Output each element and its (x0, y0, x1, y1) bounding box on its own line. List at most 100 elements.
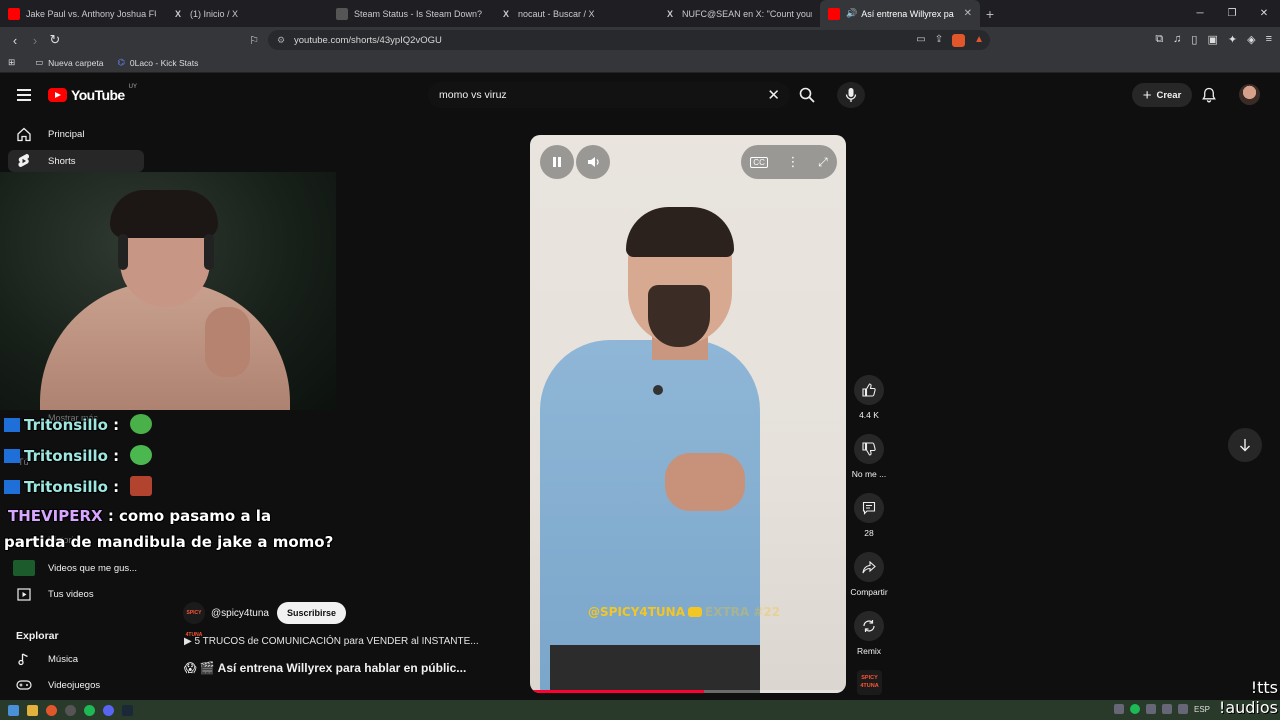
system-tray: ESP (1113, 704, 1210, 714)
volume-tray-icon[interactable] (1161, 704, 1172, 714)
speaker-icon[interactable]: 🔊 (846, 8, 857, 19)
network-tray-icon[interactable] (1177, 704, 1188, 714)
share-page-icon[interactable]: ⇪ (935, 34, 943, 47)
close-window-icon[interactable]: ✕ (1248, 0, 1280, 27)
chat-username: THEVIPERX (8, 507, 103, 525)
address-bar[interactable]: ⚙ youtube.com/shorts/43ypIQ2vOGU ▭ ⇪ ▲ (268, 30, 990, 50)
remix-label: Remix (856, 646, 882, 656)
chat-text: : (113, 416, 120, 434)
dislike-button[interactable]: No me ... (848, 434, 890, 479)
browser-tab[interactable]: X nocaut - Buscar / X (492, 0, 656, 27)
channel-avatar[interactable]: SPICY 4TUNA (183, 602, 205, 638)
new-tab-icon[interactable]: + (980, 6, 1000, 22)
search-input[interactable]: momo vs viruz ✕ (428, 82, 790, 108)
pause-button[interactable] (540, 145, 574, 179)
steam-icon[interactable] (122, 704, 133, 716)
create-button[interactable]: + Crear (1132, 83, 1192, 107)
browser-tab-active[interactable]: 🔊 Así entrena Willyrex pa ✕ (820, 0, 980, 27)
search-value: momo vs viruz (439, 89, 507, 101)
reload-icon[interactable]: ↻ (45, 32, 65, 48)
youtube-logo[interactable]: YouTube UY (48, 84, 137, 103)
tray-app-icon[interactable] (1113, 704, 1124, 714)
obs-icon[interactable] (65, 704, 76, 716)
restore-icon[interactable]: ❐ (1216, 0, 1248, 27)
browser-tab[interactable]: Steam Status - Is Steam Down? (328, 0, 492, 27)
share-button[interactable]: Compartir (848, 552, 890, 597)
browser-tab[interactable]: Jake Paul vs. Anthony Joshua FULL H (0, 0, 164, 27)
sidebar-item-shorts[interactable]: Shorts (8, 150, 144, 172)
clear-search-icon[interactable]: ✕ (767, 86, 780, 104)
player-controls-group: CC ⋮ ⤢ (741, 145, 837, 179)
youtube-icon (828, 7, 840, 20)
bookmark-item[interactable]: ⌬ 0Laco - Kick Stats (117, 57, 198, 68)
tab-title: Así entrena Willyrex pa (861, 8, 954, 19)
like-button[interactable]: 4.4 K (848, 375, 890, 420)
chat-username: Tritonsillo (24, 416, 108, 434)
emote-icon (130, 476, 153, 496)
extensions-icon[interactable]: ⧉ (1155, 33, 1163, 46)
voice-search-button[interactable] (837, 82, 865, 108)
language-indicator[interactable]: ESP (1194, 705, 1210, 714)
file-explorer-icon[interactable] (27, 704, 38, 716)
back-icon[interactable]: ‹ (5, 33, 25, 48)
sidebar-item-principal[interactable]: Principal (8, 123, 144, 145)
related-video-link[interactable]: ▶ 5 TRUCOS de COMUNICACIÓN para VENDER a… (184, 636, 479, 647)
related-video-title: 5 TRUCOS de COMUNICACIÓN para VENDER al … (194, 636, 479, 647)
more-options-icon[interactable]: ⋮ (786, 154, 799, 170)
logo-text: YouTube (71, 87, 125, 103)
thumbs-down-icon (854, 434, 884, 464)
close-tab-icon[interactable]: ✕ (964, 8, 972, 19)
subscribe-button[interactable]: Suscribirse (276, 602, 346, 624)
sidebar-toggle-icon[interactable]: ▯ (1191, 33, 1197, 46)
fullscreen-icon[interactable]: ⤢ (818, 155, 828, 170)
mic-tray-icon[interactable] (1145, 704, 1156, 714)
sidebar-item-your-videos[interactable]: Tus videos (8, 583, 144, 605)
apps-grid-icon[interactable]: ⊞ (8, 57, 15, 68)
sidebar-item-label: Videos que me gus... (48, 562, 138, 574)
bookmark-icon[interactable]: ⚐ (244, 34, 264, 47)
notifications-bell-icon[interactable] (1202, 87, 1216, 108)
remix-button[interactable]: Remix (848, 611, 890, 656)
streamer-webcam (0, 172, 336, 410)
brave-shields-icon[interactable] (952, 33, 966, 47)
start-icon[interactable] (8, 704, 19, 716)
share-label: Compartir (850, 587, 888, 597)
browser-tab[interactable]: X NUFC@SEAN en X: "Count yourself l (656, 0, 820, 27)
search-button[interactable] (790, 82, 824, 108)
bookmark-item[interactable]: ▭ Nueva carpeta (35, 57, 103, 68)
leo-icon[interactable]: ✦ (1228, 33, 1237, 46)
comments-button[interactable]: 28 (848, 493, 890, 538)
minimize-icon[interactable]: ─ (1184, 0, 1216, 27)
vpn-icon[interactable]: ◈ (1247, 33, 1255, 46)
captions-icon[interactable]: CC (750, 156, 768, 168)
sidebar-item-liked-videos[interactable]: Videos que me gus... (8, 557, 144, 579)
cast-icon[interactable]: ▭ (916, 34, 925, 47)
music-icon (8, 652, 40, 666)
discord-icon[interactable] (103, 704, 114, 716)
arrow-down-icon (1240, 439, 1250, 452)
brave-browser-icon[interactable] (46, 704, 57, 716)
brave-rewards-icon[interactable]: ▲ (974, 34, 984, 47)
video-progress-bar[interactable] (530, 690, 846, 693)
browser-tab[interactable]: X (1) Inicio / X (164, 0, 328, 27)
channel-thumbnail[interactable]: SPICY 4TUNA (857, 670, 882, 695)
site-settings-icon[interactable]: ⚙ (277, 35, 285, 46)
shorts-player[interactable]: CC ⋮ ⤢ @SPICY4TUNA EXTRA #22 (530, 135, 846, 693)
sidebar-item-music[interactable]: Música (8, 648, 144, 670)
home-icon (8, 127, 40, 142)
volume-button[interactable] (576, 145, 610, 179)
like-icon (8, 560, 40, 576)
wallet-icon[interactable]: ▣ (1207, 33, 1217, 46)
sidebar-item-gaming[interactable]: Videojuegos (8, 674, 144, 696)
menu-icon[interactable]: ≡ (1266, 33, 1272, 46)
hamburger-menu-icon[interactable] (17, 89, 31, 104)
spotify-icon[interactable] (84, 704, 95, 716)
media-icon[interactable]: ♫ (1173, 33, 1181, 46)
channel-handle[interactable]: @spicy4tuna (211, 608, 269, 619)
spotify-tray-icon[interactable] (1129, 704, 1140, 714)
next-short-button[interactable] (1228, 428, 1262, 462)
avatar[interactable] (1239, 84, 1260, 105)
kick-icon: ⌬ (117, 57, 125, 67)
youtube-play-icon (48, 88, 67, 102)
forward-icon[interactable]: › (25, 33, 45, 48)
